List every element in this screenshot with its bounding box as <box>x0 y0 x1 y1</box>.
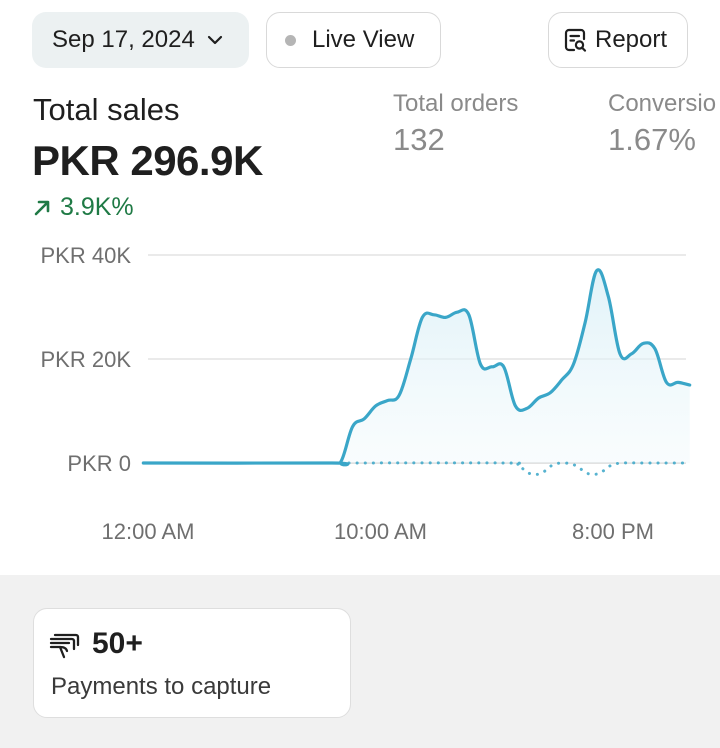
live-view-button[interactable]: Live View <box>266 12 441 68</box>
y-tick-label: PKR 0 <box>67 451 131 476</box>
y-tick-label: PKR 40K <box>41 243 132 268</box>
conversion-value: 1.67% <box>608 122 696 157</box>
payments-count: 50+ <box>92 627 143 660</box>
change-value: 3.9K% <box>60 193 134 221</box>
total-sales-change: 3.9K% <box>32 193 134 222</box>
arrow-up-right-icon <box>32 198 60 218</box>
total-orders-value: 132 <box>393 122 445 157</box>
cash-icon <box>48 633 82 664</box>
date-picker-button[interactable]: Sep 17, 2024 <box>32 12 249 68</box>
payments-to-capture-card[interactable]: 50+ Payments to capture <box>33 608 351 718</box>
analytics-panel: Sep 17, 2024 Live View Report Total sale… <box>0 0 720 575</box>
sales-line-chart: PKR 40K PKR 20K PKR 0 12:00 AM 10:00 AM 8:00 … <box>41 243 692 544</box>
report-icon <box>563 27 595 53</box>
x-tick-label: 12:00 AM <box>102 519 195 544</box>
payments-label: Payments to capture <box>51 673 272 700</box>
series-line-comparison <box>339 461 692 477</box>
y-tick-label: PKR 20K <box>41 347 132 372</box>
total-sales-value: PKR 296.9K <box>32 137 263 184</box>
live-view-label: Live View <box>312 26 415 53</box>
total-sales-label: Total sales <box>33 92 180 127</box>
date-label: Sep 17, 2024 <box>52 26 195 53</box>
report-label: Report <box>595 26 668 53</box>
chevron-down-icon <box>207 35 223 45</box>
x-tick-label: 8:00 PM <box>572 519 654 544</box>
total-orders-label[interactable]: Total orders <box>393 90 518 118</box>
x-tick-label: 10:00 AM <box>334 519 427 544</box>
conversion-label[interactable]: Conversio <box>608 90 716 118</box>
live-status-dot-icon <box>285 34 296 46</box>
report-button[interactable]: Report <box>548 12 688 68</box>
